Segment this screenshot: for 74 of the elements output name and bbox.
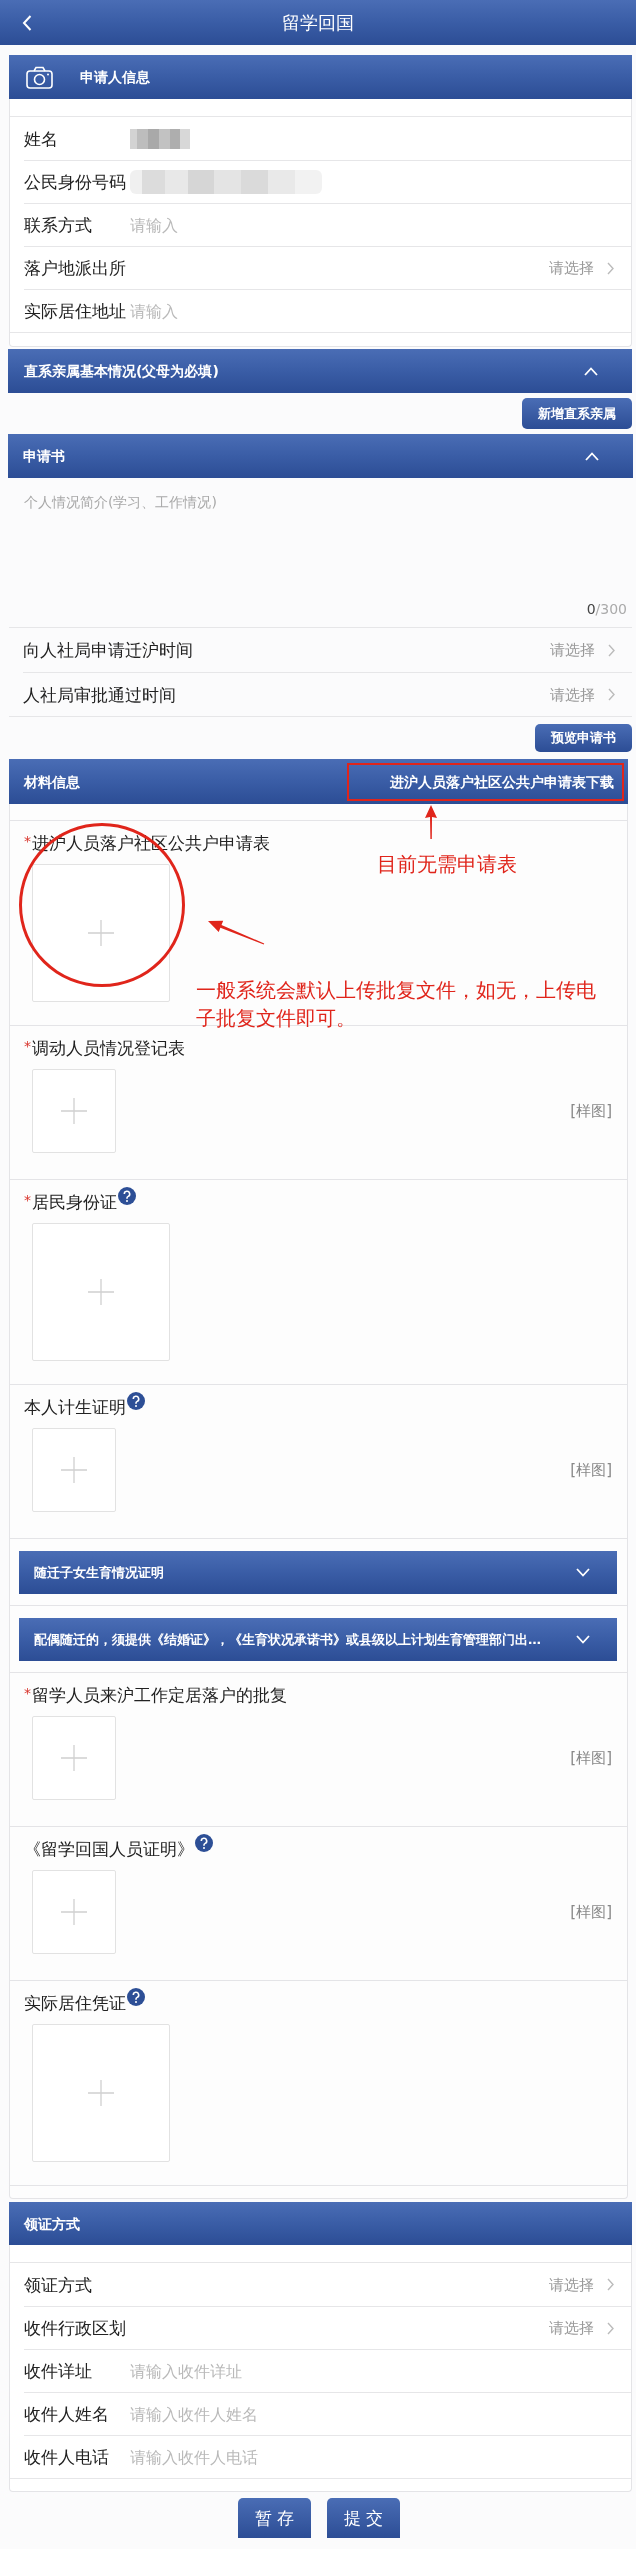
- annotation-arrow: [424, 805, 438, 839]
- upload-label: 实际居住凭证: [24, 1993, 126, 2013]
- annotation-note: 一般系统会默认上传批复文件，如无，上传电子批复文件即可。: [196, 977, 597, 1032]
- action-button[interactable]: 暂 存: [238, 2498, 311, 2538]
- upload-label: 留学人员来沪工作定居落户的批复: [32, 1685, 287, 1705]
- plus-icon: [88, 920, 114, 946]
- upload-label: 调动人员情况登记表: [32, 1038, 185, 1058]
- preview-button[interactable]: 预览申请书: [535, 724, 632, 752]
- add-relative-button[interactable]: 新增直系亲属: [522, 398, 632, 429]
- field-label: 联系方式: [24, 214, 93, 236]
- input-field[interactable]: 请输入: [130, 211, 619, 239]
- input-field[interactable]: 请输入: [130, 297, 619, 325]
- action-button[interactable]: 提 交: [327, 2498, 400, 2538]
- section-header[interactable]: 直系亲属基本情况(父母为必填): [8, 349, 632, 393]
- field-label: 人社局审批通过时间: [23, 683, 176, 706]
- section-title: 配偶随迁的，须提供《结婚证》，《生育状况承诺书》或县级以上计划生育管理部门出…: [34, 1630, 541, 1649]
- field-label: 实际居住地址: [24, 300, 127, 322]
- chevron-right-icon: [608, 643, 615, 657]
- sample-link[interactable]: [样图]: [570, 1748, 612, 1768]
- page-title: 留学回国: [282, 11, 354, 34]
- chevron-right-icon: [607, 261, 614, 275]
- collapsible-header[interactable]: 配偶随迁的，须提供《结婚证》，《生育状况承诺书》或县级以上计划生育管理部门出…: [19, 1618, 617, 1661]
- plus-icon: [61, 1457, 87, 1483]
- chevron-right-icon: [607, 2278, 614, 2291]
- input-field[interactable]: 请输入收件人电话: [130, 2443, 619, 2471]
- upload-label: 居民身份证: [32, 1192, 117, 1212]
- required-mark: *: [24, 833, 32, 849]
- section-title: 申请书: [23, 447, 65, 465]
- required-mark: *: [24, 1685, 32, 1701]
- blurred-value: [130, 128, 190, 149]
- char-counter: 0/300: [586, 600, 627, 618]
- required-mark: *: [24, 1192, 32, 1208]
- section-title: 直系亲属基本情况(父母为必填): [24, 362, 219, 380]
- chevron-right-icon: [607, 2321, 614, 2335]
- field-label: 向人社局申请迁沪时间: [23, 639, 193, 661]
- upload-label: 本人计生证明: [24, 1397, 126, 1417]
- back-icon[interactable]: [22, 14, 32, 31]
- field-label: 收件人姓名: [24, 2403, 110, 2425]
- help-icon[interactable]: [195, 1834, 213, 1852]
- chevron-right-icon: [608, 688, 615, 701]
- field-label: 收件详址: [24, 2360, 93, 2382]
- field-label: 领证方式: [24, 2273, 93, 2296]
- camera-icon: [26, 65, 53, 89]
- required-mark: *: [24, 1038, 32, 1054]
- sample-link[interactable]: [样图]: [570, 1460, 612, 1480]
- section-title: 随迁子女生育情况证明: [34, 1563, 164, 1582]
- textarea-field[interactable]: 个人情况简介(学习、工作情况): [9, 478, 632, 600]
- input-field[interactable]: 请输入收件详址: [130, 2357, 619, 2385]
- help-icon[interactable]: [127, 1392, 145, 1410]
- section-title: 材料信息: [24, 772, 80, 791]
- field-label: 收件行政区划: [24, 2317, 127, 2339]
- upload-label: 《留学回国人员证明》: [24, 1839, 194, 1859]
- input-field[interactable]: 请输入收件人姓名: [130, 2400, 619, 2428]
- field-label: 姓名: [24, 127, 59, 150]
- sample-link[interactable]: [样图]: [570, 1902, 612, 1922]
- help-icon[interactable]: [118, 1187, 136, 1205]
- annotation-note: 目前无需申请表: [377, 852, 517, 876]
- collapsible-header[interactable]: 随迁子女生育情况证明: [19, 1551, 617, 1594]
- upload-box[interactable]: [32, 864, 170, 1002]
- section-title: 领证方式: [24, 2214, 80, 2233]
- sample-link[interactable]: [样图]: [570, 1101, 612, 1121]
- field-label: 落户地派出所: [24, 257, 127, 279]
- field-label: 收件人电话: [24, 2446, 110, 2468]
- plus-icon: [61, 1899, 87, 1925]
- section-header[interactable]: 申请书: [8, 434, 633, 478]
- plus-icon: [61, 1745, 87, 1771]
- plus-icon: [61, 1098, 87, 1124]
- plus-icon: [88, 1279, 114, 1305]
- section-title: 申请人信息: [80, 68, 150, 86]
- field-label: 公民身份号码: [24, 171, 127, 193]
- annotation-arrow: [207, 920, 265, 945]
- help-icon[interactable]: [127, 1988, 145, 2006]
- plus-icon: [88, 2080, 114, 2106]
- download-link[interactable]: 进沪人员落户社区公共户申请表下载: [390, 772, 614, 791]
